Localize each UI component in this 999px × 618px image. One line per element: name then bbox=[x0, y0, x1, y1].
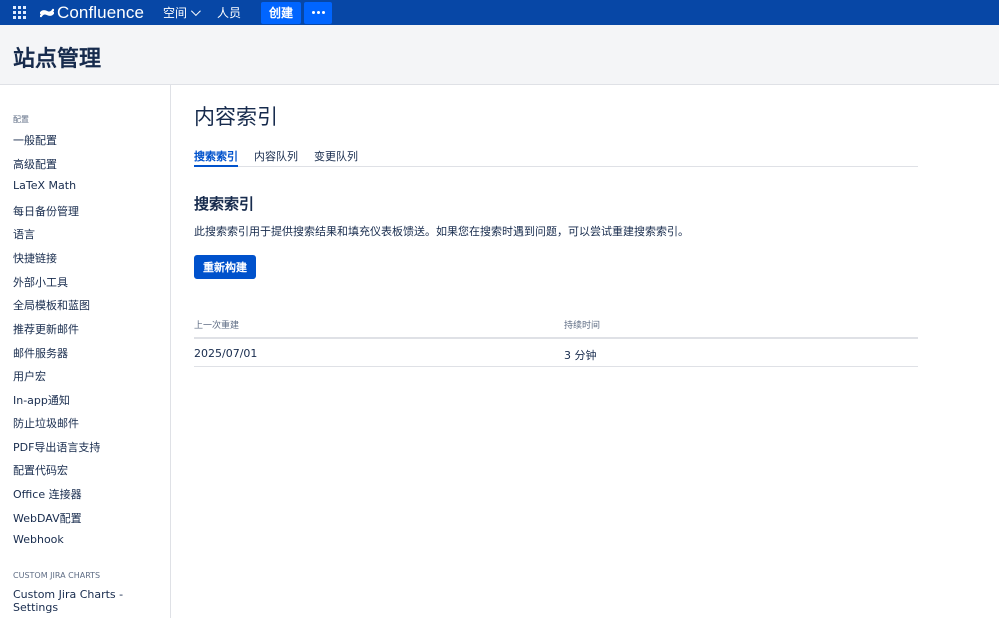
tab-change-queue[interactable]: 变更队列 bbox=[314, 148, 358, 167]
sidebar-item-language[interactable]: 语言 bbox=[13, 226, 35, 242]
rebuild-history-table: 上一次重建 持续时间 2025/07/01 3 分钟 bbox=[194, 316, 918, 367]
cell-last-rebuild: 2025/07/01 bbox=[194, 347, 258, 360]
index-tabs: 搜索索引 内容队列 变更队列 bbox=[194, 148, 918, 167]
tab-content-queue[interactable]: 内容队列 bbox=[254, 148, 298, 167]
sidebar-item-in-app-notifications[interactable]: In-app通知 bbox=[13, 392, 70, 408]
sidebar-item-external-gadgets[interactable]: 外部小工具 bbox=[13, 274, 68, 290]
cell-duration: 3 分钟 bbox=[564, 349, 597, 362]
sidebar-item-shortcut-links[interactable]: 快捷链接 bbox=[13, 250, 57, 266]
sidebar-item-mail-servers[interactable]: 邮件服务器 bbox=[13, 345, 68, 361]
sidebar-heading-config: 配置 bbox=[13, 115, 29, 124]
sidebar-item-jira-charts-settings[interactable]: Custom Jira Charts - Settings bbox=[13, 588, 163, 614]
sidebar-item-user-macros[interactable]: 用户宏 bbox=[13, 368, 46, 384]
sidebar-heading-jira-charts: CUSTOM JIRA CHARTS bbox=[13, 571, 101, 580]
column-header-duration: 持续时间 bbox=[564, 321, 601, 331]
sidebar-item-daily-backup[interactable]: 每日备份管理 bbox=[13, 203, 79, 219]
content-title: 内容索引 bbox=[194, 105, 278, 129]
sidebar-item-office-connector[interactable]: Office 连接器 bbox=[13, 486, 82, 502]
table-header: 上一次重建 持续时间 bbox=[194, 316, 918, 339]
more-create-options-button[interactable] bbox=[304, 1, 333, 24]
admin-sidebar: 配置 一般配置 高级配置 LaTeX Math 每日备份管理 语言 快捷链接 外… bbox=[0, 85, 171, 618]
sidebar-item-recommended-updates[interactable]: 推荐更新邮件 bbox=[13, 321, 79, 337]
spaces-menu[interactable]: 空间 bbox=[163, 4, 201, 21]
app-switcher-icon[interactable] bbox=[6, 0, 32, 25]
chevron-down-icon bbox=[190, 6, 201, 17]
sidebar-item-global-templates[interactable]: 全局模板和蓝图 bbox=[13, 297, 90, 313]
tab-search-index[interactable]: 搜索索引 bbox=[194, 148, 238, 167]
people-link[interactable]: 人员 bbox=[217, 4, 241, 21]
sidebar-item-webdav[interactable]: WebDAV配置 bbox=[13, 510, 82, 526]
create-button[interactable]: 创建 bbox=[261, 1, 302, 24]
column-header-last-rebuild: 上一次重建 bbox=[194, 321, 240, 331]
page-header: 站点管理 bbox=[0, 25, 999, 85]
sidebar-item-latex-math[interactable]: LaTeX Math bbox=[13, 179, 76, 192]
rebuild-button[interactable]: 重新构建 bbox=[194, 255, 256, 279]
sidebar-item-pdf-export-language[interactable]: PDF导出语言支持 bbox=[13, 439, 100, 455]
logo-text: Confluence bbox=[57, 2, 145, 22]
sidebar-item-code-macro[interactable]: 配置代码宏 bbox=[13, 462, 68, 478]
sidebar-item-advanced-config[interactable]: 高级配置 bbox=[13, 156, 57, 172]
sidebar-item-webhook[interactable]: Webhook bbox=[13, 533, 64, 546]
page-title: 站点管理 bbox=[13, 47, 102, 72]
table-row: 2025/07/01 3 分钟 bbox=[194, 339, 918, 367]
top-navigation: Confluence 空间 人员 创建 bbox=[0, 0, 999, 25]
section-title: 搜索索引 bbox=[194, 195, 255, 213]
sidebar-item-spam-prevention[interactable]: 防止垃圾邮件 bbox=[13, 415, 79, 431]
section-description: 此搜索索引用于提供搜索结果和填充仪表板馈送。如果您在搜索时遇到问题，可以尝试重建… bbox=[194, 225, 689, 238]
confluence-logo[interactable]: Confluence bbox=[40, 3, 144, 23]
more-icon bbox=[311, 11, 315, 14]
spaces-label: 空间 bbox=[163, 6, 188, 20]
sidebar-item-general-config[interactable]: 一般配置 bbox=[13, 132, 57, 148]
people-label: 人员 bbox=[217, 6, 242, 20]
confluence-logo-icon bbox=[40, 8, 54, 17]
